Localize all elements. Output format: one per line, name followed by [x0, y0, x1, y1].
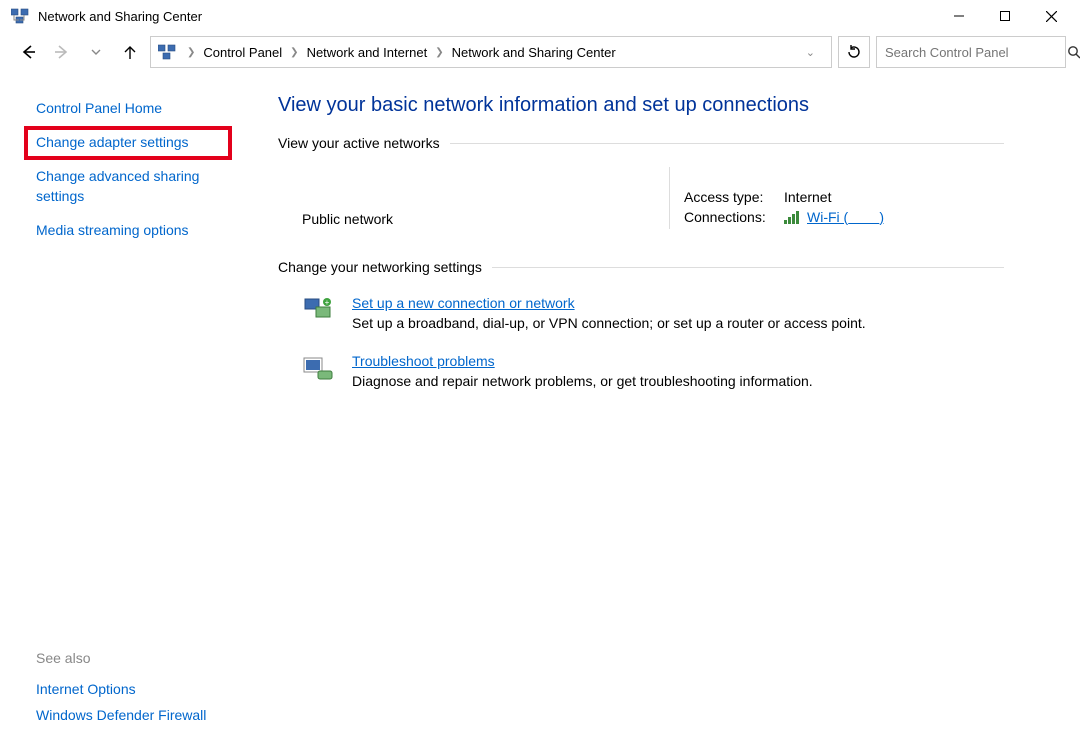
divider — [492, 267, 1004, 268]
page-heading: View your basic network information and … — [278, 94, 1004, 117]
chevron-down-icon[interactable]: ⌄ — [802, 46, 819, 59]
setup-connection-item: + Set up a new connection or network Set… — [302, 295, 1004, 331]
nav-forward-button[interactable] — [48, 38, 76, 66]
access-type-label: Access type: — [684, 189, 780, 205]
setup-connection-desc: Set up a broadband, dial-up, or VPN conn… — [352, 315, 866, 331]
connection-link[interactable]: Wi-Fi ( ) — [807, 209, 884, 225]
divider — [450, 143, 1004, 144]
sidebar-control-panel-home[interactable]: Control Panel Home — [36, 94, 240, 122]
svg-text:+: + — [325, 298, 330, 307]
chevron-right-icon[interactable]: ❯ — [431, 47, 447, 58]
see-also-heading: See also — [36, 650, 240, 666]
troubleshoot-desc: Diagnose and repair network problems, or… — [352, 373, 813, 389]
breadcrumb-icon — [157, 42, 177, 62]
troubleshoot-link[interactable]: Troubleshoot problems — [352, 353, 813, 369]
nav-recent-dropdown[interactable] — [82, 38, 110, 66]
access-type-value: Internet — [784, 189, 831, 205]
highlight-annotation — [24, 126, 232, 160]
change-network-settings-label: Change your networking settings — [278, 259, 1004, 279]
breadcrumb-control-panel[interactable]: Control Panel — [203, 45, 282, 60]
wifi-signal-icon — [784, 210, 799, 224]
breadcrumb-network-sharing-center[interactable]: Network and Sharing Center — [452, 45, 616, 60]
see-also-internet-options[interactable]: Internet Options — [36, 676, 240, 702]
network-type: Public network — [302, 211, 655, 227]
close-button[interactable] — [1028, 1, 1074, 31]
nav-up-button[interactable] — [116, 38, 144, 66]
main-panel: View your basic network information and … — [256, 72, 1080, 742]
divider — [669, 167, 670, 229]
see-also-windows-defender-firewall[interactable]: Windows Defender Firewall — [36, 702, 240, 728]
breadcrumb-bar[interactable]: ❯ Control Panel ❯ Network and Internet ❯… — [150, 36, 832, 68]
search-icon — [1067, 45, 1080, 59]
setup-connection-icon: + — [302, 295, 334, 327]
network-center-icon — [10, 6, 30, 26]
troubleshoot-icon — [302, 353, 334, 385]
connections-label: Connections: — [684, 209, 780, 225]
troubleshoot-item: Troubleshoot problems Diagnose and repai… — [302, 353, 1004, 389]
active-networks-panel: Public network Access type: Internet Con… — [278, 167, 1004, 229]
sidebar-media-streaming-options[interactable]: Media streaming options — [36, 216, 240, 244]
sidebar: Control Panel Home Change adapter settin… — [0, 72, 256, 742]
refresh-button[interactable] — [838, 36, 870, 68]
address-bar: ❯ Control Panel ❯ Network and Internet ❯… — [0, 32, 1080, 72]
chevron-right-icon[interactable]: ❯ — [286, 47, 302, 58]
maximize-button[interactable] — [982, 1, 1028, 31]
chevron-right-icon[interactable]: ❯ — [183, 47, 199, 58]
breadcrumb-network-and-internet[interactable]: Network and Internet — [307, 45, 428, 60]
sidebar-change-advanced-sharing[interactable]: Change advanced sharing settings — [36, 162, 216, 210]
window-titlebar: Network and Sharing Center — [0, 0, 1080, 32]
active-networks-label: View your active networks — [278, 135, 1004, 155]
search-input[interactable] — [885, 45, 1061, 60]
nav-back-button[interactable] — [14, 38, 42, 66]
window-title: Network and Sharing Center — [38, 9, 936, 24]
setup-connection-link[interactable]: Set up a new connection or network — [352, 295, 866, 311]
search-control-panel[interactable] — [876, 36, 1066, 68]
minimize-button[interactable] — [936, 1, 982, 31]
